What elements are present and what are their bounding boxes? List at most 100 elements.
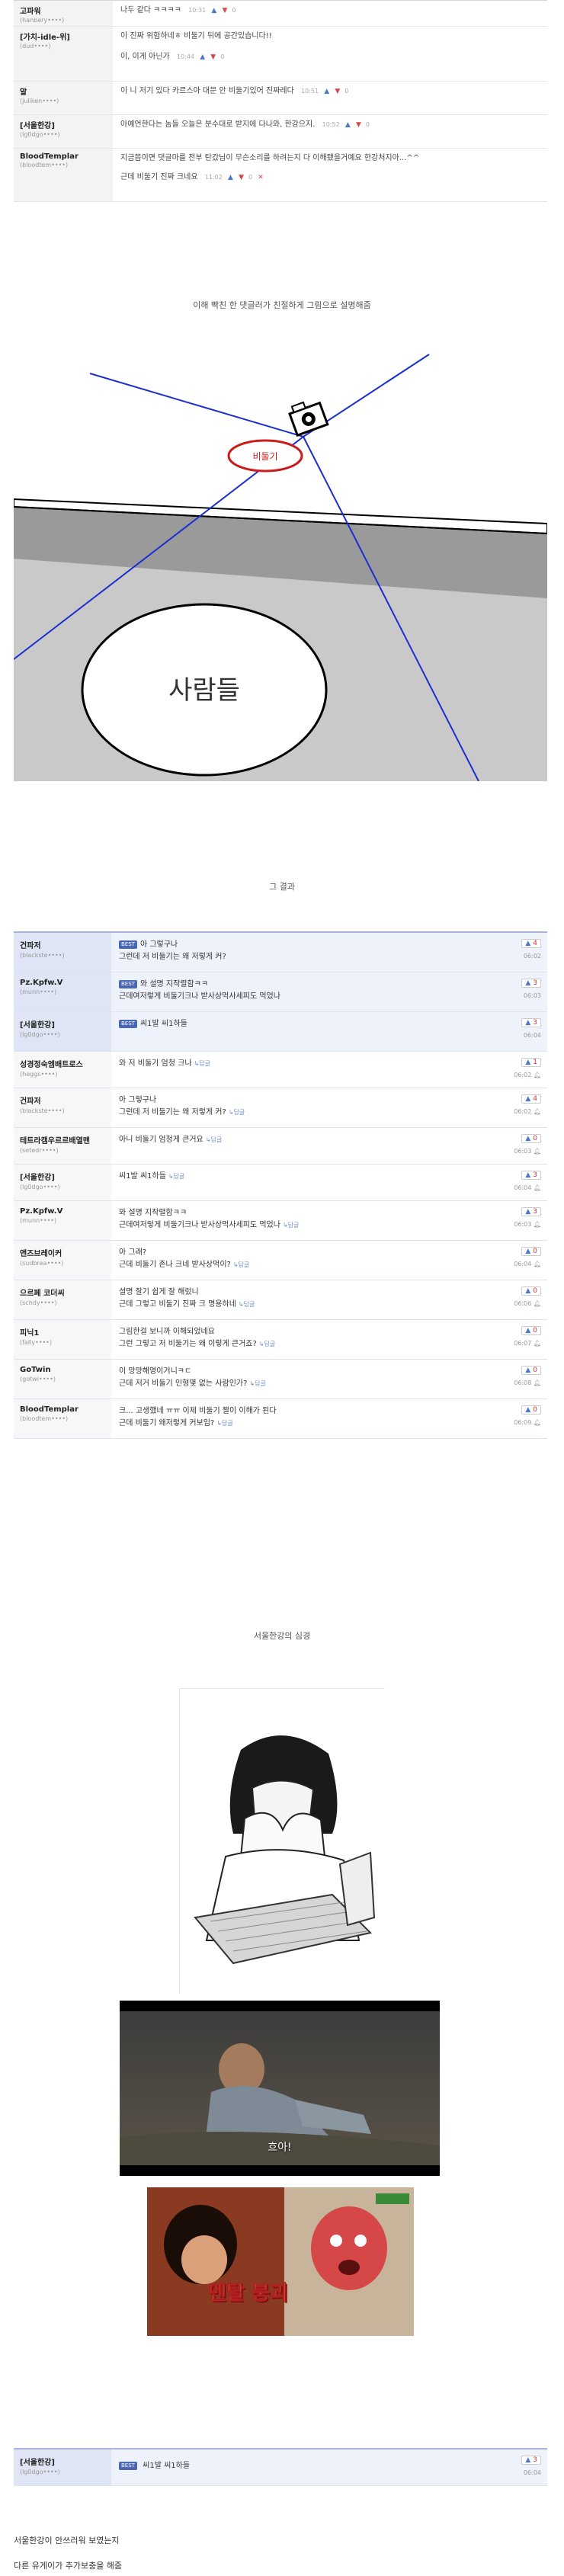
thumbs-down-icon[interactable]: ▼	[210, 52, 216, 63]
close-icon[interactable]: ✕	[258, 172, 264, 184]
bell-icon[interactable]: 🔔︎	[534, 1340, 541, 1347]
bell-icon[interactable]: 🔔︎	[534, 1184, 541, 1191]
upvote-button[interactable]: ▲ 1	[521, 1058, 541, 1067]
upvote-button[interactable]: ▲ 0	[521, 1405, 541, 1415]
comment-uid: (blackste••••)	[20, 1107, 65, 1114]
comment-nick[interactable]: 피닉1	[20, 1326, 105, 1338]
comment-text-2: 그런 그렇고 저 비둘기는 왜 이렇게 큰거죠?	[119, 1340, 257, 1348]
comment-row: 고파워 (hanbery••••) 나두 같다 ㅋㅋㅋㅋ 10:31 ▲ ▼ 0	[14, 1, 547, 27]
reply-link[interactable]: ↳답글	[206, 1136, 222, 1143]
thumbs-up-icon[interactable]: ▲	[324, 86, 329, 98]
photo-caption-mental: 멘탈 붕괴	[208, 2282, 289, 2305]
reply-link[interactable]: ↳답글	[229, 1109, 245, 1116]
comment-time: 06:03	[514, 1148, 532, 1155]
comment-nick[interactable]: [가치-idle-위]	[20, 30, 107, 42]
comment-row: Pz.Kpfw.V (munn••••) 와 설명 지작렬함ㅋㅋ 근데여저렇게 비둘기…	[14, 1201, 547, 1241]
comment-row: BloodTemplar (bloodtem••••) 크... 고생했네 ㅠㅠ 이…	[14, 1399, 547, 1439]
reply-link[interactable]: ↳답글	[233, 1261, 249, 1268]
comment-nick[interactable]: [서울한강]	[20, 1018, 105, 1030]
reply-link[interactable]: ↳답글	[216, 1420, 232, 1427]
comment-nick[interactable]: 건파저	[20, 939, 105, 950]
reply-link[interactable]: ↳답글	[168, 1173, 184, 1180]
comment-row: 테트라캠우르르배열맨 (setedr••••) 아니 비둘기 엄청게 큰거요 ↳답글 ▲…	[14, 1128, 547, 1165]
comment-text-2: 이, 이게 아닌가	[120, 53, 170, 61]
bell-icon[interactable]: 🔔︎	[534, 1300, 541, 1307]
comment-nick[interactable]: 으르페 코더씨	[20, 1286, 105, 1298]
comment-nick[interactable]: 알	[20, 85, 107, 97]
upvote-button[interactable]: ▲ 3	[521, 979, 541, 988]
reply-link[interactable]: ↳답글	[239, 1301, 255, 1308]
down-count: 0	[220, 53, 225, 60]
upvote-button[interactable]: ▲ 4	[521, 1094, 541, 1104]
reaction-photo: 흐아!	[120, 2001, 440, 2176]
thumbs-down-icon[interactable]: ▼	[223, 5, 228, 17]
best-badge: BEST	[119, 2462, 137, 2470]
comment-uid: (blackste••••)	[20, 952, 65, 959]
upvote-button[interactable]: ▲ 0	[521, 1134, 541, 1143]
comment-uid: (bloodtem••••)	[20, 1415, 69, 1422]
bell-icon[interactable]: 🔔︎	[534, 1221, 541, 1228]
comment-time: 10:52	[322, 121, 340, 128]
comment-time: 10:51	[301, 88, 319, 95]
comment-nick[interactable]: BloodTemplar	[20, 1405, 105, 1414]
reply-link[interactable]: ↳답글	[249, 1380, 265, 1387]
upvote-button[interactable]: ▲ 3	[521, 1171, 541, 1180]
upvote-button[interactable]: ▲ 3	[521, 1018, 541, 1027]
thumbs-up-icon: ▲	[525, 1406, 531, 1414]
bell-icon[interactable]: 🔔︎	[534, 1072, 541, 1078]
comment-nick[interactable]: BloodTemplar	[20, 152, 107, 161]
comment-text: 아 그렇구나	[139, 940, 178, 949]
comment-nick[interactable]: 고파워	[20, 5, 107, 16]
thumbs-up-icon: ▲	[525, 1366, 531, 1374]
thumbs-down-icon[interactable]: ▼	[239, 172, 244, 184]
comment-text: 그림한걸 보니까 이해되었네요	[119, 1328, 215, 1336]
thumbs-up-icon[interactable]: ▲	[345, 120, 351, 131]
upvote-button[interactable]: ▲ 3	[521, 1207, 541, 1216]
bell-icon[interactable]: 🔔︎	[534, 1419, 541, 1426]
photo-subtitle: 흐아!	[268, 2142, 292, 2154]
comment-nick[interactable]: GoTwin	[20, 1366, 105, 1374]
comment-row: 앤즈브레이커 (sudbrea••••) 아 그래? 근데 비둘기 존나 크네 받사상…	[14, 1241, 547, 1280]
reply-link[interactable]: ↳답글	[259, 1341, 275, 1347]
comment-nick[interactable]: 성경정숙엠배트로스	[20, 1058, 105, 1069]
comment-row: GoTwin (gotwi••••) 이 망망해영이거니ㅋㄷ 근데 저거 비둘기 인형…	[14, 1360, 547, 1399]
comment-nick[interactable]: [서울한강]	[20, 1171, 105, 1182]
comment-time: 06:07	[514, 1340, 532, 1347]
bottom-text-2: 다른 유게이가 추가보충을 해줌	[14, 2561, 123, 2571]
upvote-button[interactable]: ▲ 0	[521, 1286, 541, 1296]
upvote-button[interactable]: ▲ 0	[521, 1366, 541, 1375]
reply-link[interactable]: ↳답글	[283, 1222, 299, 1229]
comment-time: 10:31	[188, 7, 207, 14]
comment-time: 06:09	[514, 1419, 532, 1426]
comment-nick[interactable]: 건파저	[20, 1094, 105, 1106]
bell-icon[interactable]: 🔔︎	[534, 1379, 541, 1386]
bell-icon[interactable]: 🔔︎	[534, 1108, 541, 1115]
thumbs-down-icon[interactable]: ▼	[356, 120, 361, 131]
comment-nick[interactable]: 앤즈브레이커	[20, 1247, 105, 1258]
upvote-button[interactable]: ▲ 0	[521, 1247, 541, 1256]
comment-user: 건파저 (blackste••••)	[14, 1088, 111, 1127]
thumbs-up-icon[interactable]: ▲	[211, 5, 216, 17]
bell-icon[interactable]: 🔔︎	[534, 1148, 541, 1155]
comment-nick[interactable]: [서울한강]	[20, 2456, 105, 2467]
reply-link[interactable]: ↳답글	[194, 1060, 210, 1067]
comment-user: GoTwin (gotwi••••)	[14, 1360, 111, 1399]
comment-nick[interactable]: Pz.Kpfw.V	[20, 979, 105, 987]
comment-side: ▲ 0 06:06 🔔︎	[502, 1280, 547, 1319]
comment-nick[interactable]: 테트라캠우르르배열맨	[20, 1134, 105, 1145]
comment-time: 06:04	[514, 1184, 532, 1191]
comment-time: 06:02	[523, 953, 541, 960]
comment-nick[interactable]: [서울한강]	[20, 119, 107, 130]
comment-nick[interactable]: Pz.Kpfw.V	[20, 1207, 105, 1216]
comment-uid: (munn••••)	[20, 988, 57, 995]
upvote-button[interactable]: ▲ 0	[521, 1326, 541, 1335]
comment-time: 06:04	[523, 1032, 541, 1039]
thumbs-down-icon[interactable]: ▼	[335, 86, 340, 98]
thumbs-up-icon[interactable]: ▲	[200, 52, 205, 63]
comment-user: [서울한강] (lg0dgo••••)	[14, 1165, 111, 1200]
upvote-button[interactable]: ▲ 3	[521, 2456, 541, 2465]
bell-icon[interactable]: 🔔︎	[534, 1261, 541, 1267]
thumbs-up-icon[interactable]: ▲	[228, 172, 233, 184]
down-count: 0	[248, 174, 253, 181]
upvote-button[interactable]: ▲ 4	[521, 939, 541, 948]
